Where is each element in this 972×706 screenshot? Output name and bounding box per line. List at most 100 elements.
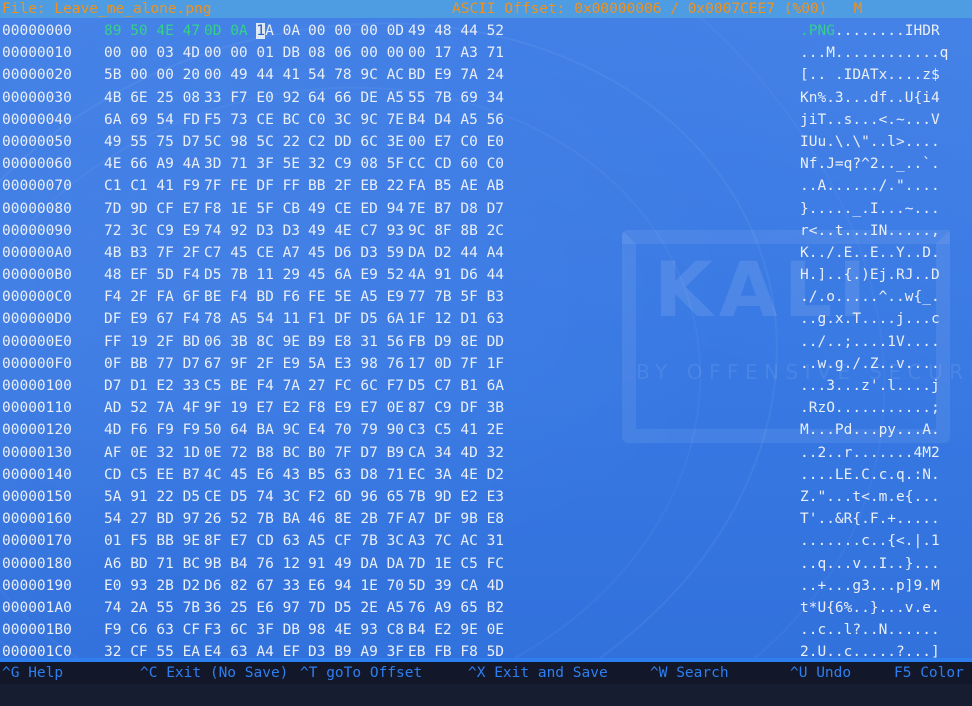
hex-byte-group[interactable]: 54 27 BD 97	[104, 508, 200, 530]
ascii-column[interactable]: K../.E..E..Y..D.	[800, 242, 940, 264]
hex-byte-group[interactable]: E6 94 1E 70	[308, 575, 404, 597]
hex-row[interactable]: 000001A0 74 2A 55 7B 36 25 E6 97 7D D5 2E A…	[0, 597, 972, 619]
hex-byte-group[interactable]: 46 8E 2B 7F	[308, 508, 404, 530]
hex-byte-group[interactable]: 6A 69 54 FD	[104, 109, 200, 131]
hex-byte-group[interactable]: B0 7F D7 B9	[308, 442, 404, 464]
ascii-column[interactable]: ./.o.....^..w{_.	[800, 286, 940, 308]
ascii-column[interactable]: [.. .IDATx....z$	[800, 64, 940, 86]
shortcut-search[interactable]: ^W Search	[650, 662, 729, 684]
hex-byte-group[interactable]: 77 7B 5F B3	[408, 286, 504, 308]
ascii-column[interactable]: T'..&R{.F.+.....	[800, 508, 940, 530]
hex-byte-group[interactable]: 50 64 BA 9C	[204, 419, 300, 441]
hex-byte-group[interactable]: 00 00 01 DB	[204, 42, 300, 64]
hex-byte-group[interactable]: C3 C5 41 2E	[408, 419, 504, 441]
hex-byte-group[interactable]: FB D9 8E DD	[408, 331, 504, 353]
hex-byte-group[interactable]: 06 3B 8C 9E	[204, 331, 300, 353]
hex-byte-group[interactable]: 89 50 4E 47	[104, 20, 200, 42]
hex-row[interactable]: 000000C0 F4 2F FA 6F BE F4 BD F6 FE 5E A5 E…	[0, 286, 972, 308]
hex-byte-group[interactable]: 49 48 44 52	[408, 20, 504, 42]
hex-byte-group[interactable]: D5 7B 11 29	[204, 264, 300, 286]
ascii-column[interactable]: ...M............q	[800, 42, 948, 64]
hex-byte-group[interactable]: EC 3A 4E D2	[408, 464, 504, 486]
hex-row[interactable]: 00000170 01 F5 BB 9E 8F E7 CD 63 A5 CF 7B 3…	[0, 530, 972, 552]
hex-byte-group[interactable]: 64 66 DE A5	[308, 87, 404, 109]
hex-byte-group[interactable]: FA B5 AE AB	[408, 175, 504, 197]
hex-byte-group[interactable]: DF E9 67 F4	[104, 308, 200, 330]
shortcut-goto-offset[interactable]: ^T goTo Offset	[300, 662, 422, 684]
hex-byte-group[interactable]: A5 CF 7B 3C	[308, 530, 404, 552]
ascii-column[interactable]: ..2..r.......4M2	[800, 442, 940, 464]
hex-byte-group[interactable]: 67 9F 2F E9	[204, 353, 300, 375]
ascii-column[interactable]: ..A....../."....	[800, 175, 940, 197]
hex-byte-group[interactable]: F9 C6 63 CF	[104, 619, 200, 641]
hex-byte-group[interactable]: BD E9 7A 24	[408, 64, 504, 86]
hex-byte-group[interactable]: BB 2F EB 22	[308, 175, 404, 197]
hex-byte-group[interactable]: A3 7C AC 31	[408, 530, 504, 552]
hex-byte-group[interactable]: C2 DD 6C 3E	[308, 131, 404, 153]
ascii-column[interactable]: H.]..{.)Ej.RJ..D	[800, 264, 940, 286]
hex-row[interactable]: 00000140 CD C5 EE B7 4C 45 E6 43 B5 63 D8 7…	[0, 464, 972, 486]
hex-byte-group[interactable]: 76 A9 65 B2	[408, 597, 504, 619]
hex-row[interactable]: 000000F0 0F BB 77 D7 67 9F 2F E9 5A E3 98 7…	[0, 353, 972, 375]
hex-byte-group[interactable]: 55 7B 69 34	[408, 87, 504, 109]
hex-byte-group[interactable]: 5C 98 5C 22	[204, 131, 300, 153]
shortcut-undo[interactable]: ^U Undo	[790, 662, 851, 684]
ascii-column[interactable]: ...3...z'.l....j	[800, 375, 940, 397]
hex-byte-group[interactable]: 08 06 00 00	[308, 42, 404, 64]
shortcut-exit-no-save[interactable]: ^C Exit (No Save)	[140, 662, 288, 684]
ascii-column[interactable]: t*U{6%..}...v.e.	[800, 597, 940, 619]
hex-byte-group[interactable]: F8 1E 5F CB	[204, 198, 300, 220]
ascii-column[interactable]: ..w.g./.Z..v....	[800, 353, 940, 375]
hex-byte-group[interactable]: A6 BD 71 BC	[104, 553, 200, 575]
hex-byte-group[interactable]: 0D 0A 1A 0A	[204, 20, 300, 42]
hex-byte-group[interactable]: 49 55 75 D7	[104, 131, 200, 153]
hex-byte-group[interactable]: 4E 66 A9 4A	[104, 153, 200, 175]
hex-byte-group[interactable]: E4 70 79 90	[308, 419, 404, 441]
hex-dump-area[interactable]: 00000000 89 50 4E 47 0D 0A 1A 0A 00 00 00 0…	[0, 20, 972, 705]
ascii-column[interactable]: Nf.J=q?^2.._..`.	[800, 153, 940, 175]
hex-byte-group[interactable]: 9B B4 76 12	[204, 553, 300, 575]
hex-byte-group[interactable]: 33 F7 E0 92	[204, 87, 300, 109]
hex-byte-group[interactable]: C1 C1 41 F9	[104, 175, 200, 197]
ascii-column[interactable]: ....LE.C.c.q.:N.	[800, 464, 940, 486]
hex-byte-group[interactable]: B5 63 D8 71	[308, 464, 404, 486]
hex-row[interactable]: 00000190 E0 93 2B D2 D6 82 67 33 E6 94 1E 7…	[0, 575, 972, 597]
hex-byte-group[interactable]: 5D 39 CA 4D	[408, 575, 504, 597]
hex-byte-group[interactable]: 45 6A E9 52	[308, 264, 404, 286]
ascii-column[interactable]: Kn%.3...df..U{i4	[800, 87, 940, 109]
hex-byte-group[interactable]: 7E B7 D8 D7	[408, 198, 504, 220]
hex-byte-group[interactable]: 98 4E 93 C8	[308, 619, 404, 641]
hex-byte-group[interactable]: 4C 45 E6 43	[204, 464, 300, 486]
ascii-column[interactable]: jiT..s...<.~...V	[800, 109, 940, 131]
hex-row[interactable]: 00000080 7D 9D CF E7 F8 1E 5F CB 49 CE ED 9…	[0, 198, 972, 220]
hex-byte-group[interactable]: 00 00 00 0D	[308, 20, 404, 42]
hex-byte-group[interactable]: E0 93 2B D2	[104, 575, 200, 597]
shortcut-color[interactable]: F5 Color	[894, 662, 964, 684]
ascii-column[interactable]: ../..;....1V....	[800, 331, 940, 353]
hex-row[interactable]: 000000D0 DF E9 67 F4 78 A5 54 11 F1 DF D5 6…	[0, 308, 972, 330]
hex-byte-group[interactable]: CA 34 4D 32	[408, 442, 504, 464]
hex-byte-group[interactable]: 00 00 03 4D	[104, 42, 200, 64]
hex-byte-group[interactable]: 27 FC 6C F7	[308, 375, 404, 397]
hex-byte-group[interactable]: 32 C9 08 5F	[308, 153, 404, 175]
hex-row[interactable]: 00000070 C1 C1 41 F9 7F FE DF FF BB 2F EB 2…	[0, 175, 972, 197]
hex-row[interactable]: 00000150 5A 91 22 D5 CE D5 74 3C F2 6D 96 6…	[0, 486, 972, 508]
hex-byte-group[interactable]: D7 D1 E2 33	[104, 375, 200, 397]
hex-byte-group[interactable]: 26 52 7B BA	[204, 508, 300, 530]
hex-byte-group[interactable]: 4A 91 D6 44	[408, 264, 504, 286]
hex-row[interactable]: 000000B0 48 EF 5D F4 D5 7B 11 29 45 6A E9 5…	[0, 264, 972, 286]
ascii-column[interactable]: M...Pd...py...A.	[800, 419, 940, 441]
hex-byte-group[interactable]: 91 49 DA DA	[308, 553, 404, 575]
hex-byte-group[interactable]: CE D5 74 3C	[204, 486, 300, 508]
hex-byte-group[interactable]: 5A 91 22 D5	[104, 486, 200, 508]
hex-byte-group[interactable]: 4B 6E 25 08	[104, 87, 200, 109]
ascii-column[interactable]: Z."...t<.m.e{...	[800, 486, 940, 508]
ascii-column[interactable]: ..+...g3...p]9.M	[800, 575, 940, 597]
hex-byte-group[interactable]: 9F 19 E7 E2	[204, 397, 300, 419]
hex-byte-group[interactable]: 36 25 E6 97	[204, 597, 300, 619]
hex-byte-group[interactable]: 5B 00 00 20	[104, 64, 200, 86]
ascii-column[interactable]: IUu.\.\"..l>....	[800, 131, 940, 153]
hex-byte-group[interactable]: F8 E9 E7 0E	[308, 397, 404, 419]
ascii-column[interactable]: ..q...v..I..}...	[800, 553, 940, 575]
hex-byte-group[interactable]: CD C5 EE B7	[104, 464, 200, 486]
